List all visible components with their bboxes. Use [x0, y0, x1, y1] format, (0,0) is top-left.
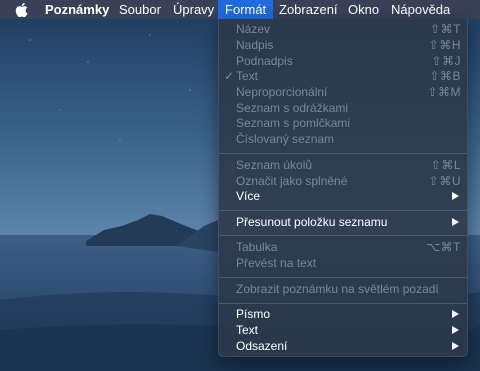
menubar-app-name[interactable]: Poznámky	[45, 0, 109, 19]
menu-item-indentation[interactable]: Odsazení	[219, 338, 467, 354]
menu-item-neproporcionalni[interactable]: Neproporcionální ⇧⌘M	[219, 84, 467, 100]
menu-item-move-list-item[interactable]: Přesunout položku seznamu	[219, 214, 467, 230]
menu-item-nadpis[interactable]: Nadpis ⇧⌘H	[219, 37, 467, 53]
menu-item-label: Seznam s odrážkami	[236, 101, 349, 115]
menu-bar: Poznámky Soubor Úpravy Formát Zobrazení …	[0, 0, 480, 19]
shortcut-label: ⇧⌘U	[428, 174, 461, 188]
format-dropdown-menu: Název ⇧⌘T Nadpis ⇧⌘H Podnadpis ⇧⌘J ✓ Tex…	[218, 19, 468, 357]
menu-format[interactable]: Formát	[218, 0, 274, 19]
menu-item-dash-list[interactable]: Seznam s pomlčkami	[219, 115, 467, 131]
menu-item-label: Zobrazit poznámku na světlém pozadí	[236, 282, 439, 296]
checkmark-icon: ✓	[224, 69, 235, 83]
submenu-arrow-icon	[452, 310, 459, 318]
submenu-arrow-icon	[452, 218, 459, 226]
menu-item-text-submenu[interactable]: Text	[219, 322, 467, 338]
menu-item-label: Nadpis	[236, 38, 274, 52]
menu-item-light-background[interactable]: Zobrazit poznámku na světlém pozadí	[219, 281, 467, 297]
shortcut-label: ⇧⌘J	[431, 54, 461, 68]
submenu-arrow-icon	[452, 342, 459, 350]
menu-item-label: Převést na text	[236, 256, 317, 270]
menu-item-nazev[interactable]: Název ⇧⌘T	[219, 21, 467, 37]
menu-soubor[interactable]: Soubor	[119, 0, 161, 19]
menu-item-label: Seznam s pomlčkami	[236, 116, 351, 130]
menu-item-label: Přesunout položku seznamu	[236, 215, 388, 229]
menu-separator	[219, 210, 467, 211]
menu-item-table[interactable]: Tabulka ⌥⌘T	[219, 239, 467, 255]
menu-separator	[219, 303, 467, 304]
menu-upravy[interactable]: Úpravy	[173, 0, 214, 19]
menu-item-label: Text	[236, 69, 259, 83]
shortcut-label: ⌥⌘T	[426, 240, 461, 254]
apple-menu-icon[interactable]	[15, 3, 28, 17]
menu-item-label: Text	[236, 323, 259, 337]
menu-item-text-style[interactable]: ✓ Text ⇧⌘B	[219, 68, 467, 84]
menu-item-label: Název	[236, 22, 271, 36]
shortcut-label: ⇧⌘L	[430, 158, 461, 172]
submenu-arrow-icon	[452, 192, 459, 200]
menu-item-font[interactable]: Písmo	[219, 306, 467, 322]
shortcut-label: ⇧⌘H	[428, 38, 461, 52]
menu-item-convert-to-text[interactable]: Převést na text	[219, 255, 467, 271]
menu-separator	[219, 277, 467, 278]
menu-item-label: Odsazení	[236, 339, 288, 353]
menu-item-more[interactable]: Více	[219, 188, 467, 204]
menu-item-numbered-list[interactable]: Číslovaný seznam	[219, 131, 467, 147]
menu-item-mark-done[interactable]: Označit jako splněné ⇧⌘U	[219, 173, 467, 189]
menu-item-label: Neproporcionální	[236, 85, 328, 99]
menu-item-label: Písmo	[236, 307, 271, 321]
submenu-arrow-icon	[452, 326, 459, 334]
menu-item-label: Více	[236, 189, 261, 203]
shortcut-label: ⇧⌘M	[427, 85, 461, 99]
menu-napoveda[interactable]: Nápověda	[391, 0, 450, 19]
menu-item-checklist[interactable]: Seznam úkolů ⇧⌘L	[219, 157, 467, 173]
menu-separator	[219, 235, 467, 236]
menu-item-label: Tabulka	[236, 240, 278, 254]
menu-item-label: Číslovaný seznam	[236, 132, 335, 146]
menu-item-bullet-list[interactable]: Seznam s odrážkami	[219, 100, 467, 116]
menu-okno[interactable]: Okno	[348, 0, 379, 19]
shortcut-label: ⇧⌘B	[429, 69, 461, 83]
menu-item-label: Označit jako splněné	[236, 174, 348, 188]
menu-item-podnadpis[interactable]: Podnadpis ⇧⌘J	[219, 53, 467, 69]
shortcut-label: ⇧⌘T	[430, 22, 461, 36]
menu-zobrazeni[interactable]: Zobrazení	[279, 0, 338, 19]
menu-separator	[219, 153, 467, 154]
menu-item-label: Seznam úkolů	[236, 158, 313, 172]
menu-item-label: Podnadpis	[236, 54, 293, 68]
